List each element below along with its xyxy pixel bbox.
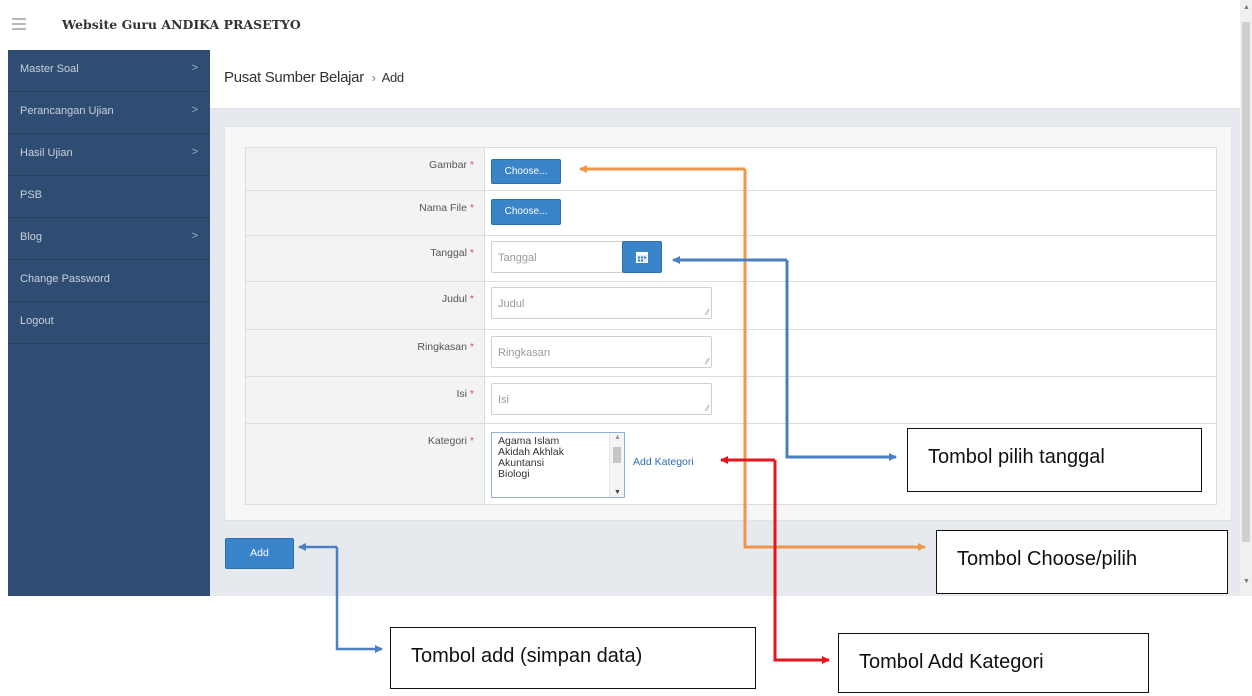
arrow-tanggal-path (785, 260, 897, 461)
callout-tanggal: Tombol pilih tanggal (907, 428, 1202, 492)
callout-choose: Tombol Choose/pilih (936, 530, 1228, 594)
arrow-kategori-path (773, 460, 830, 664)
callout-add: Tombol add (simpan data) (390, 627, 756, 689)
callout-kategori: Tombol Add Kategori (838, 633, 1149, 693)
arrow-choose-path (743, 169, 926, 551)
arrow-add-path (335, 547, 383, 653)
